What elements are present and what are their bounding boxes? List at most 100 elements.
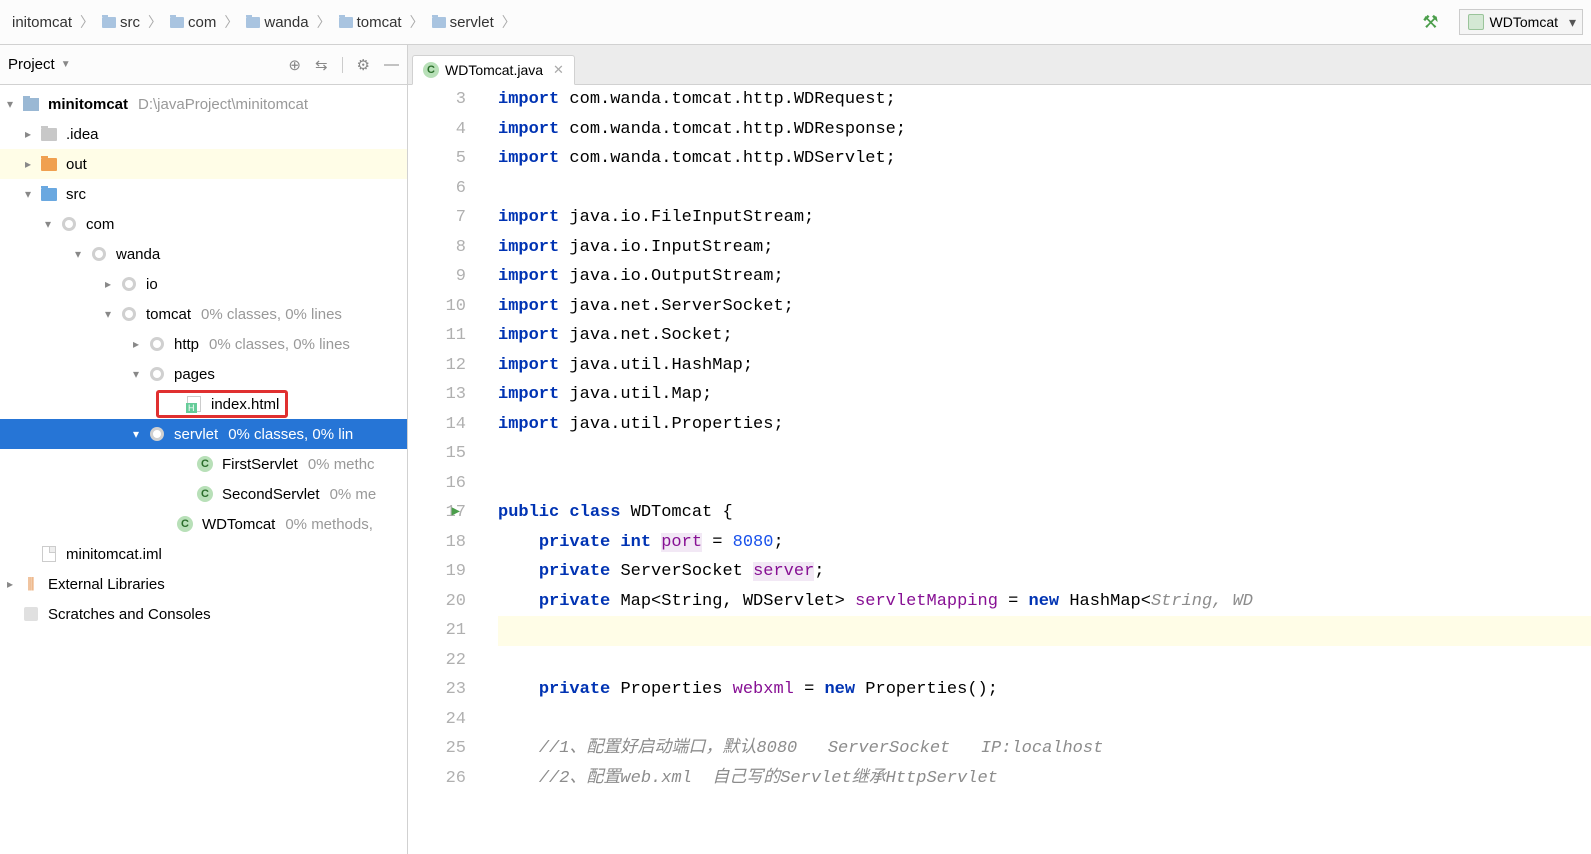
run-config-label: WDTomcat (1490, 14, 1558, 30)
tree-item-http[interactable]: http 0% classes, 0% lines (0, 329, 407, 359)
breadcrumb-item[interactable]: wanda〉 (242, 12, 334, 32)
tree-item-second-servlet[interactable]: SecondServlet 0% me (0, 479, 407, 509)
breadcrumb-item[interactable]: servlet〉 (428, 12, 520, 32)
tree-item-scratches[interactable]: Scratches and Consoles (0, 599, 407, 629)
code-line[interactable] (498, 174, 1591, 204)
code-line[interactable]: import com.wanda.tomcat.http.WDServlet; (498, 144, 1591, 174)
code-line[interactable]: private Properties webxml = new Properti… (498, 675, 1591, 705)
code-editor[interactable]: 34567891011121314151617▶1819202122232425… (408, 85, 1591, 854)
tree-item-idea[interactable]: .idea (0, 119, 407, 149)
tree-root[interactable]: minitomcat D:\javaProject\minitomcat (0, 89, 407, 119)
code-line[interactable]: import java.util.Map; (498, 380, 1591, 410)
gutter-line-number[interactable]: 23 (408, 675, 466, 705)
package-icon (122, 277, 136, 291)
package-icon (122, 307, 136, 321)
class-icon (197, 456, 213, 472)
tree-item-index-html[interactable]: index.html (0, 389, 407, 419)
code-line[interactable]: private ServerSocket server; (498, 557, 1591, 587)
code-line[interactable]: import java.io.InputStream; (498, 233, 1591, 263)
code-line[interactable]: import com.wanda.tomcat.http.WDResponse; (498, 115, 1591, 145)
build-icon[interactable]: ⚒ (1422, 12, 1438, 33)
expand-all-icon[interactable]: ⇆ (315, 56, 328, 74)
gutter-line-number[interactable]: 13 (408, 380, 466, 410)
gutter-line-number[interactable]: 24 (408, 705, 466, 735)
tree-item-wdtomcat[interactable]: WDTomcat 0% methods, (0, 509, 407, 539)
gutter-line-number[interactable]: 9 (408, 262, 466, 292)
gutter-line-number[interactable]: 12 (408, 351, 466, 381)
project-tree[interactable]: minitomcat D:\javaProject\minitomcat .id… (0, 85, 407, 854)
project-panel-header: Project ▼ ⊕ ⇆ ⚙ — (0, 45, 407, 85)
breadcrumb-item[interactable]: com〉 (166, 12, 242, 32)
run-config-selector[interactable]: WDTomcat (1459, 9, 1583, 35)
tree-item-com[interactable]: com (0, 209, 407, 239)
code-line[interactable]: //2、配置web.xml 自己写的Servlet继承HttpServlet (498, 764, 1591, 794)
gutter-line-number[interactable]: 25 (408, 734, 466, 764)
run-gutter-icon[interactable]: ▶ (452, 498, 460, 528)
project-panel-title[interactable]: Project ▼ (8, 56, 71, 73)
code-line[interactable]: import com.wanda.tomcat.http.WDRequest; (498, 85, 1591, 115)
code-line[interactable]: import java.io.OutputStream; (498, 262, 1591, 292)
code-line[interactable] (498, 439, 1591, 469)
editor-tab[interactable]: WDTomcat.java ✕ (412, 55, 575, 85)
gutter-line-number[interactable]: 7 (408, 203, 466, 233)
tree-item-iml[interactable]: minitomcat.iml (0, 539, 407, 569)
chevron-down-icon: ▼ (61, 59, 71, 70)
gutter-line-number[interactable]: 26 (408, 764, 466, 794)
code-line[interactable]: private int port = 8080; (498, 528, 1591, 558)
code-line[interactable]: import java.io.FileInputStream; (498, 203, 1591, 233)
code-line[interactable]: private Map<String, WDServlet> servletMa… (498, 587, 1591, 617)
code-line[interactable]: //1、配置好启动端口，默认8080 ServerSocket IP:local… (498, 734, 1591, 764)
breadcrumb-item[interactable]: tomcat〉 (335, 12, 428, 32)
settings-icon[interactable]: ⚙ (357, 56, 370, 74)
tree-item-out[interactable]: out (0, 149, 407, 179)
code-line[interactable] (498, 616, 1591, 646)
gutter-line-number[interactable]: 20 (408, 587, 466, 617)
tree-item-first-servlet[interactable]: FirstServlet 0% methc (0, 449, 407, 479)
gutter[interactable]: 34567891011121314151617▶1819202122232425… (408, 85, 498, 854)
tree-item-wanda[interactable]: wanda (0, 239, 407, 269)
close-tab-icon[interactable]: ✕ (553, 62, 564, 78)
package-icon (62, 217, 76, 231)
code-line[interactable]: public class WDTomcat { (498, 498, 1591, 528)
gutter-line-number[interactable]: 19 (408, 557, 466, 587)
select-opened-file-icon[interactable]: ⊕ (288, 56, 301, 74)
gutter-line-number[interactable]: 8 (408, 233, 466, 263)
gutter-line-number[interactable]: 15 (408, 439, 466, 469)
gutter-line-number[interactable]: 16 (408, 469, 466, 499)
code-line[interactable] (498, 705, 1591, 735)
breadcrumb-item[interactable]: initomcat〉 (8, 12, 98, 32)
gutter-line-number[interactable]: 18 (408, 528, 466, 558)
code-content[interactable]: import com.wanda.tomcat.http.WDRequest;i… (498, 85, 1591, 854)
top-toolbar: initomcat〉src〉com〉wanda〉tomcat〉servlet〉 … (0, 0, 1591, 45)
gutter-line-number[interactable]: 17▶ (408, 498, 466, 528)
tree-item-servlet[interactable]: servlet 0% classes, 0% lin (0, 419, 407, 449)
gutter-line-number[interactable]: 21 (408, 616, 466, 646)
code-line[interactable] (498, 646, 1591, 676)
gutter-line-number[interactable]: 14 (408, 410, 466, 440)
chevron-right-icon: 〉 (80, 12, 94, 32)
breadcrumb: initomcat〉src〉com〉wanda〉tomcat〉servlet〉 (8, 12, 520, 32)
gutter-line-number[interactable]: 4 (408, 115, 466, 145)
code-line[interactable]: import java.net.Socket; (498, 321, 1591, 351)
tree-item-external-libs[interactable]: ⫼ External Libraries (0, 569, 407, 599)
hide-icon[interactable]: — (384, 56, 399, 73)
code-line[interactable] (498, 469, 1591, 499)
breadcrumb-item[interactable]: src〉 (98, 12, 166, 32)
gutter-line-number[interactable]: 5 (408, 144, 466, 174)
code-line[interactable]: import java.util.HashMap; (498, 351, 1591, 381)
tree-item-io[interactable]: io (0, 269, 407, 299)
gutter-line-number[interactable]: 3 (408, 85, 466, 115)
tree-item-tomcat[interactable]: tomcat 0% classes, 0% lines (0, 299, 407, 329)
file-icon (42, 546, 56, 562)
code-line[interactable]: import java.net.ServerSocket; (498, 292, 1591, 322)
class-icon (423, 62, 439, 78)
toolbar-right: ⚒ WDTomcat (1422, 9, 1583, 35)
gutter-line-number[interactable]: 11 (408, 321, 466, 351)
tree-item-pages[interactable]: pages (0, 359, 407, 389)
gutter-line-number[interactable]: 6 (408, 174, 466, 204)
tree-item-src[interactable]: src (0, 179, 407, 209)
code-line[interactable]: import java.util.Properties; (498, 410, 1591, 440)
gutter-line-number[interactable]: 10 (408, 292, 466, 322)
gutter-line-number[interactable]: 22 (408, 646, 466, 676)
libraries-icon: ⫼ (22, 575, 40, 593)
